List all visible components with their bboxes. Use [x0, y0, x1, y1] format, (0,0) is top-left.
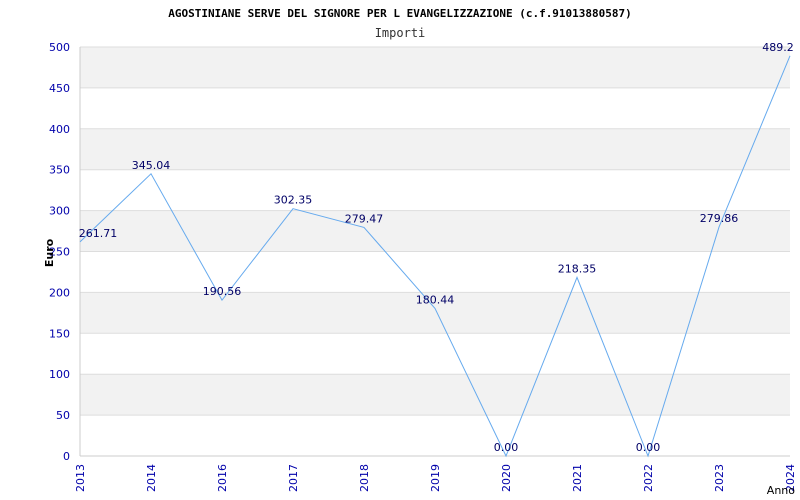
chart: AGOSTINIANE SERVE DEL SIGNORE PER L EVAN…	[43, 7, 797, 497]
grid-band	[80, 128, 790, 170]
y-tick-label: 450	[49, 82, 70, 95]
data-label: 180.44	[416, 293, 455, 306]
y-tick-label: 300	[49, 205, 70, 218]
y-tick-label: 200	[49, 286, 70, 299]
data-label: 218.35	[558, 262, 597, 275]
x-tick-label: 2021	[571, 464, 584, 492]
y-tick-label: 500	[49, 41, 70, 54]
y-tick-label: 100	[49, 368, 70, 381]
grid-band	[80, 210, 790, 252]
x-tick-label: 2016	[216, 464, 229, 492]
x-tick-label: 2017	[287, 464, 300, 492]
data-label: 345.04	[132, 159, 171, 172]
grid-band	[80, 251, 790, 293]
x-tick-label: 2022	[642, 464, 655, 492]
y-tick-label: 350	[49, 164, 70, 177]
grid-band	[80, 374, 790, 416]
data-label: 302.35	[274, 194, 313, 207]
y-tick-label: 50	[56, 409, 70, 422]
grid-band	[80, 47, 790, 88]
y-tick-label: 0	[63, 450, 70, 463]
y-tick-label: 150	[49, 327, 70, 340]
y-tick-label: 400	[49, 123, 70, 136]
y-axis-label: Euro	[43, 238, 56, 267]
x-axis-label: Anno	[767, 484, 795, 497]
grid-band	[80, 333, 790, 375]
data-label: 279.86	[700, 212, 739, 225]
x-tick-label: 2013	[74, 464, 87, 492]
grid-band	[80, 415, 790, 456]
x-tick-label: 2019	[429, 464, 442, 492]
grid-band	[80, 87, 790, 129]
x-tick-label: 2020	[500, 464, 513, 492]
chart-title: AGOSTINIANE SERVE DEL SIGNORE PER L EVAN…	[168, 7, 632, 20]
data-label: 279.47	[345, 212, 384, 225]
data-label: 0.00	[636, 441, 661, 454]
data-label: 0.00	[494, 441, 519, 454]
grid-band	[80, 169, 790, 211]
data-label: 190.56	[203, 285, 242, 298]
x-tick-label: 2018	[358, 464, 371, 492]
chart-subtitle: Importi	[375, 26, 426, 40]
data-label: 261.71	[79, 227, 118, 240]
x-tick-label: 2023	[713, 464, 726, 492]
x-tick-labels: 2013 2014 2016 2017 2018 2019 2020 2021 2022 2023…	[74, 464, 797, 492]
data-label: 489.2	[762, 41, 794, 54]
x-tick-label: 2014	[145, 464, 158, 492]
